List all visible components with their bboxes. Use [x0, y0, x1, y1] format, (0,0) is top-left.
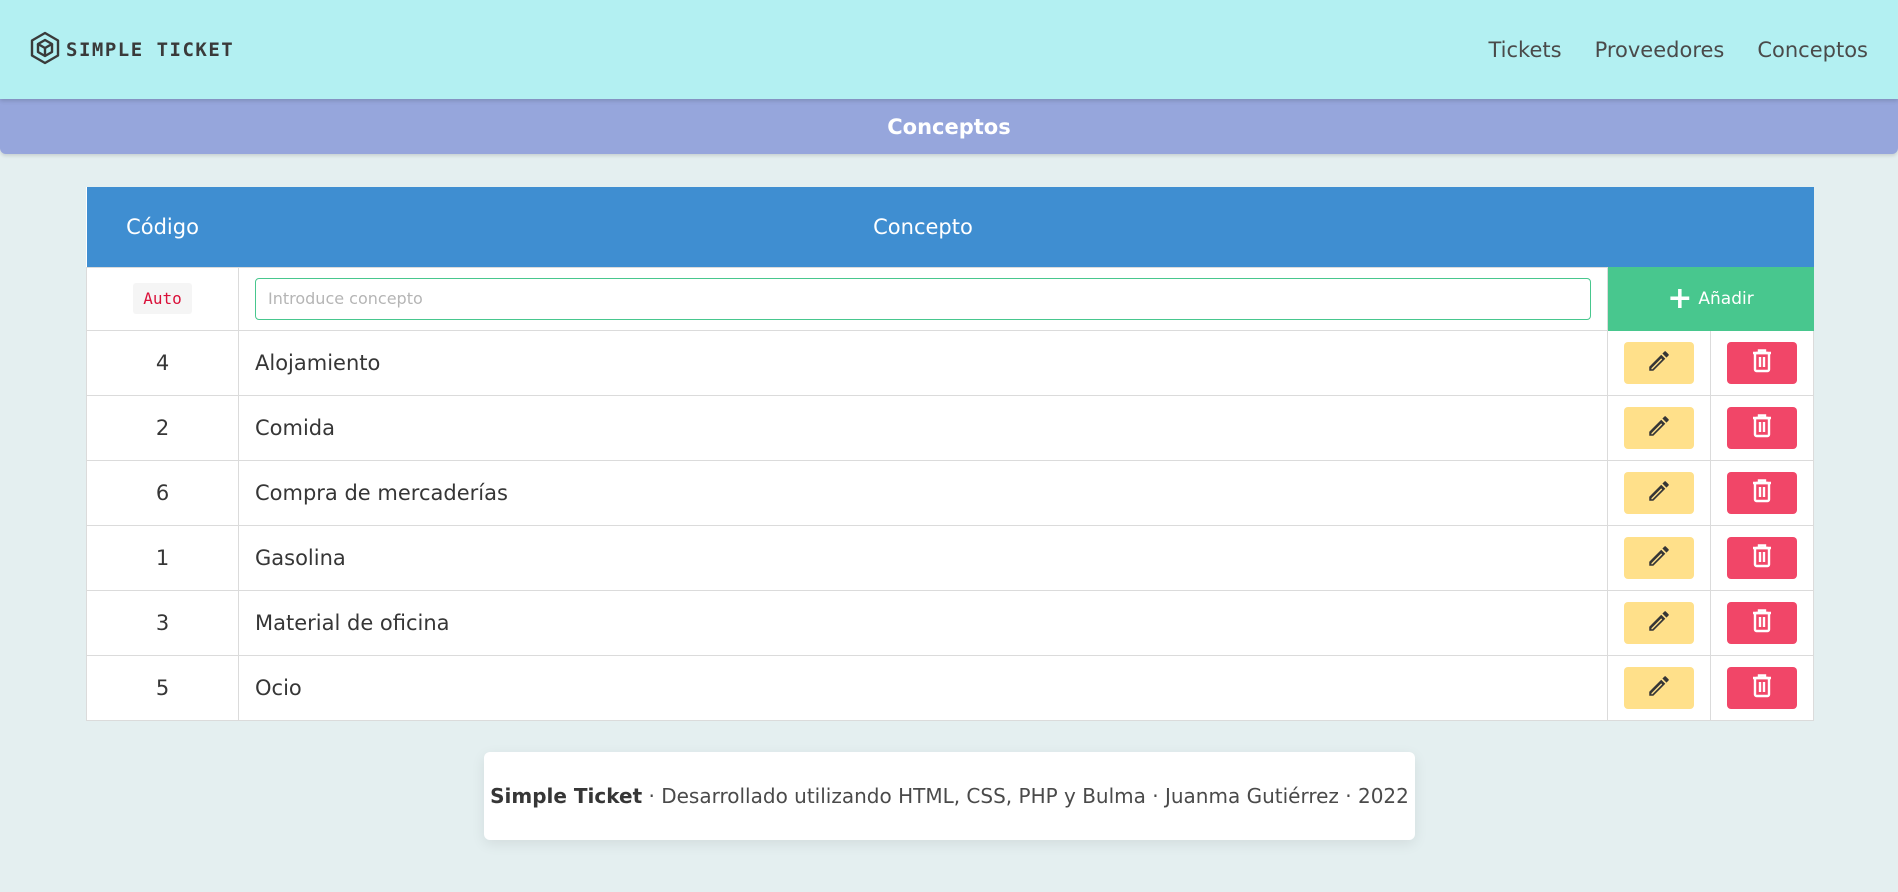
cube-icon [30, 31, 60, 69]
edit-button[interactable] [1624, 341, 1694, 384]
delete-button[interactable] [1727, 406, 1797, 449]
trash-icon [1750, 348, 1774, 377]
edit-button[interactable] [1624, 471, 1694, 514]
row-code: 2 [86, 394, 239, 461]
row-code: 1 [86, 524, 239, 591]
new-concept-row: Auto + Añadir [86, 266, 1814, 331]
nav-links: Tickets Proveedores Conceptos [1488, 38, 1868, 62]
new-concept-cell [238, 266, 1608, 331]
pencil-icon [1646, 348, 1672, 377]
edit-cell [1607, 524, 1711, 591]
pencil-icon [1646, 413, 1672, 442]
add-button-label: Añadir [1698, 288, 1754, 309]
header-concept: Concepto [873, 214, 973, 239]
concept-rows: 4 Alojamiento 2 Comida 6 Compra de merca… [86, 329, 1814, 721]
row-concept: Gasolina [238, 524, 1608, 591]
section-banner: Conceptos [0, 99, 1898, 154]
edit-button[interactable] [1624, 536, 1694, 579]
nav-link-proveedores[interactable]: Proveedores [1595, 38, 1725, 62]
brand-logo[interactable]: SIMPLE TICKET [30, 31, 234, 69]
edit-cell [1607, 654, 1711, 721]
edit-cell [1607, 329, 1711, 396]
row-code: 3 [86, 589, 239, 656]
footer: Simple Ticket · Desarrollado utilizando … [484, 752, 1415, 840]
add-concept-button[interactable]: + Añadir [1608, 267, 1813, 330]
row-code: 6 [86, 459, 239, 526]
delete-cell [1710, 524, 1814, 591]
edit-cell [1607, 589, 1711, 656]
delete-button[interactable] [1727, 341, 1797, 384]
row-code: 4 [86, 329, 239, 396]
nav-link-tickets[interactable]: Tickets [1488, 38, 1561, 62]
table-row: 2 Comida [86, 394, 1814, 461]
footer-text: Simple Ticket · Desarrollado utilizando … [490, 784, 1409, 808]
table-row: 1 Gasolina [86, 524, 1814, 591]
new-code-cell: Auto [86, 266, 239, 331]
delete-button[interactable] [1727, 471, 1797, 514]
delete-cell [1710, 459, 1814, 526]
concept-input[interactable] [255, 277, 1591, 320]
table-row: 3 Material de oficina [86, 589, 1814, 656]
row-concept: Ocio [238, 654, 1608, 721]
row-concept: Alojamiento [238, 329, 1608, 396]
row-code: 5 [86, 654, 239, 721]
pencil-icon [1646, 608, 1672, 637]
edit-cell [1607, 394, 1711, 461]
delete-cell [1710, 589, 1814, 656]
pencil-icon [1646, 478, 1672, 507]
delete-button[interactable] [1727, 666, 1797, 709]
add-cell: + Añadir [1607, 266, 1814, 331]
navbar: SIMPLE TICKET Tickets Proveedores Concep… [0, 0, 1898, 99]
delete-button[interactable] [1727, 536, 1797, 579]
row-concept: Material de oficina [238, 589, 1608, 656]
trash-icon [1750, 478, 1774, 507]
edit-button[interactable] [1624, 666, 1694, 709]
delete-cell [1710, 654, 1814, 721]
pencil-icon [1646, 673, 1672, 702]
auto-code-tag: Auto [133, 283, 192, 314]
footer-brand: Simple Ticket [490, 784, 643, 808]
edit-cell [1607, 459, 1711, 526]
edit-button[interactable] [1624, 601, 1694, 644]
pencil-icon [1646, 543, 1672, 572]
row-concept: Compra de mercaderías [238, 459, 1608, 526]
nav-link-conceptos[interactable]: Conceptos [1757, 38, 1868, 62]
footer-credits: · Desarrollado utilizando HTML, CSS, PHP… [642, 784, 1409, 808]
concepts-table: Código Concepto Auto + Añadir [86, 187, 1814, 721]
row-concept: Comida [238, 394, 1608, 461]
trash-icon [1750, 673, 1774, 702]
concepts-table-container: Código Concepto Auto + Añadir [86, 187, 1814, 721]
header-actions [1608, 187, 1814, 267]
brand-name: SIMPLE TICKET [66, 38, 235, 61]
table-row: 5 Ocio [86, 654, 1814, 721]
delete-cell [1710, 394, 1814, 461]
trash-icon [1750, 608, 1774, 637]
header-code: Código [126, 214, 199, 239]
table-row: 4 Alojamiento [86, 329, 1814, 396]
trash-icon [1750, 543, 1774, 572]
plus-icon: + [1667, 280, 1693, 316]
trash-icon [1750, 413, 1774, 442]
edit-button[interactable] [1624, 406, 1694, 449]
delete-button[interactable] [1727, 601, 1797, 644]
table-header-row: Código Concepto [86, 187, 1814, 267]
delete-cell [1710, 329, 1814, 396]
section-title: Conceptos [887, 114, 1011, 139]
table-row: 6 Compra de mercaderías [86, 459, 1814, 526]
